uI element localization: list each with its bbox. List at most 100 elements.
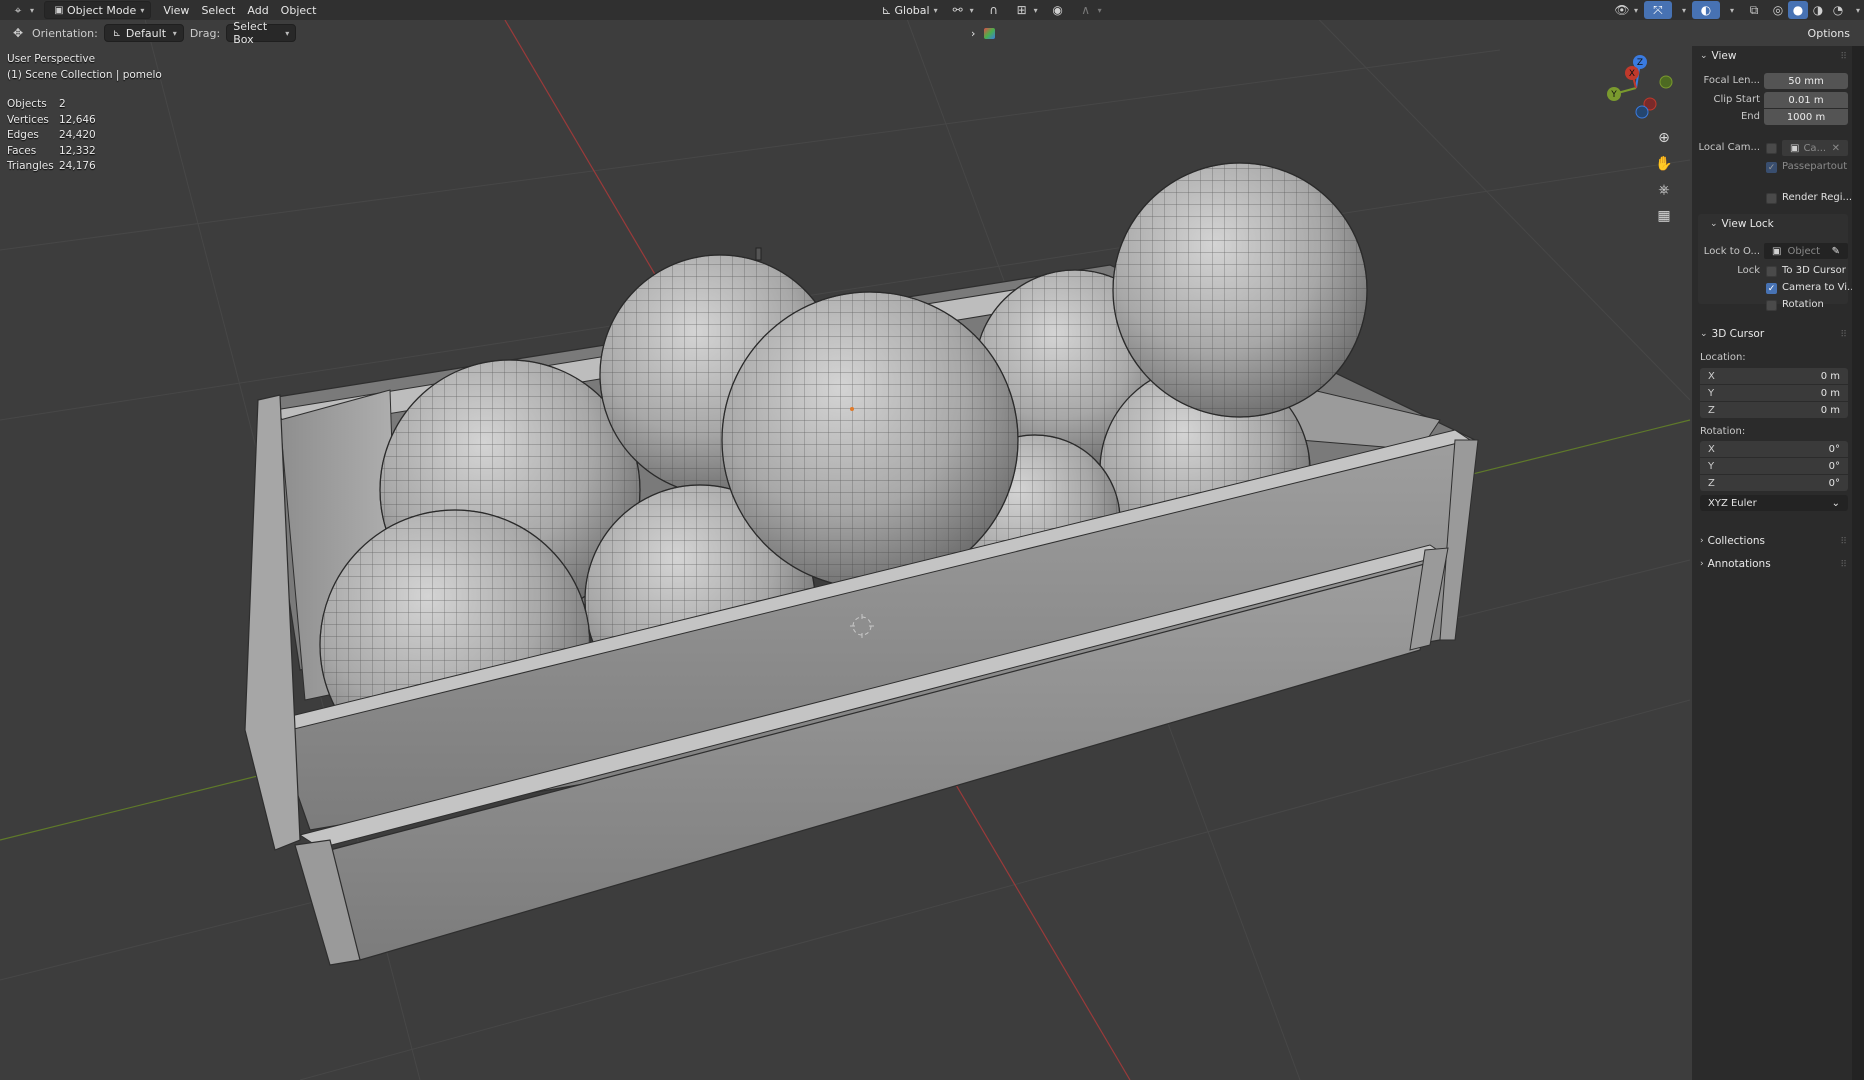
gizmo-toggle[interactable]: ⤧: [1643, 1, 1672, 19]
axis-label: X: [1708, 443, 1715, 455]
shading-solid[interactable]: ●: [1787, 1, 1808, 19]
xray-toggle[interactable]: ⧉: [1740, 1, 1768, 19]
panel-header-annotations[interactable]: › Annotations: [1700, 558, 1771, 570]
snap-toggle[interactable]: ∩: [980, 1, 1008, 19]
lock-rotation-checkbox[interactable]: [1766, 300, 1777, 311]
local-camera-checkbox[interactable]: [1766, 143, 1777, 154]
pan-button[interactable]: ✋: [1652, 152, 1676, 176]
panel-header-3d-cursor[interactable]: ⌄ 3D Cursor: [1700, 328, 1764, 340]
cursor-location-y[interactable]: Y0 m: [1700, 385, 1848, 401]
cursor-rotation-z[interactable]: Z 0°: [1700, 475, 1848, 491]
viewport-overlay-info: User Perspective (1) Scene Collection | …: [7, 51, 162, 175]
perspective-toggle-button[interactable]: ▦: [1652, 204, 1676, 228]
grid-perspective-icon: ▦: [1657, 208, 1671, 224]
navigation-gizmo[interactable]: Z X Y: [1600, 52, 1680, 124]
orientation-dropdown[interactable]: ⊾ Default ▾: [103, 24, 184, 42]
lock-label: Lock: [1737, 265, 1760, 276]
drag-grip-icon[interactable]: ⠿: [1840, 330, 1847, 340]
stat-label: Triangles: [7, 160, 54, 172]
visibility-dropdown[interactable]: 👁 ▾: [1608, 1, 1644, 19]
crate-object[interactable]: [244, 162, 1479, 966]
shading-wireframe[interactable]: ◎: [1768, 1, 1788, 19]
panel-header-view[interactable]: ⌄ View: [1700, 50, 1736, 62]
clip-start-field[interactable]: 0.01 m: [1764, 92, 1848, 108]
axis-value: 0°: [1828, 460, 1840, 472]
overlays-dropdown[interactable]: ▾: [1720, 1, 1740, 19]
scene-statistics: Objects 2 Vertices 12,646 Edges 24,420 Face…: [7, 97, 162, 175]
menu-object[interactable]: Object: [275, 1, 323, 19]
chevron-down-icon: ⌄: [1831, 497, 1840, 509]
lock-to-cursor-checkbox[interactable]: [1766, 266, 1777, 277]
lock-to-object-field[interactable]: ▣ Object ✎: [1764, 243, 1848, 259]
stat-value: 12,646: [59, 113, 96, 126]
3d-viewport[interactable]: [0, 0, 1864, 1080]
view-name: User Perspective: [7, 53, 96, 65]
xray-icon: ⧉: [1749, 2, 1759, 17]
shading-material[interactable]: ◑: [1808, 1, 1828, 19]
overlays-toggle[interactable]: ◐: [1691, 1, 1720, 19]
viewport-header: ⌖ ▾ ▣ Object Mode ▾ View Select Add Object…: [0, 0, 1864, 20]
cursor-rotation-y[interactable]: Y 0°: [1700, 458, 1848, 474]
lock-rotation-label: Rotation: [1782, 299, 1824, 310]
panel-header-collections[interactable]: › Collections: [1700, 535, 1765, 547]
camera-object-icon: ▣: [1790, 142, 1800, 154]
proportional-edit-toggle[interactable]: ◉: [1044, 1, 1072, 19]
clear-x-icon[interactable]: ✕: [1832, 143, 1840, 154]
sidebar-n-panel: ⌄ View ⠿ Focal Len... 50 mm Clip Start 0…: [1692, 46, 1857, 1080]
object-mode-icon: ▣: [54, 4, 64, 16]
editor-type-button[interactable]: ⌖ ▾: [4, 1, 40, 19]
camera-view-button[interactable]: ⎈: [1652, 178, 1676, 202]
material-shading-icon: ◑: [1812, 3, 1824, 17]
gizmo-y-label: Y: [1610, 90, 1617, 100]
stat-label: Edges: [7, 129, 39, 141]
axis-label: X: [1708, 370, 1715, 382]
passepartout-checkbox[interactable]: ✓: [1766, 162, 1777, 173]
zoom-button[interactable]: ⊕: [1652, 126, 1676, 150]
options-button[interactable]: Options: [1802, 24, 1856, 42]
shading-dropdown[interactable]: ▾: [1848, 1, 1864, 19]
focal-length-field[interactable]: 50 mm: [1764, 73, 1848, 89]
stat-label: Faces: [7, 144, 37, 157]
axis-label: Z: [1708, 404, 1715, 416]
menu-select[interactable]: Select: [195, 1, 241, 19]
rotation-mode-dropdown[interactable]: XYZ Euler ⌄: [1700, 495, 1848, 511]
drag-dropdown[interactable]: Select Box ▾: [226, 20, 297, 46]
chevron-right-icon: ›: [971, 26, 976, 40]
local-camera-value: Ca...: [1803, 142, 1827, 154]
menu-add[interactable]: Add: [241, 1, 274, 19]
drag-grip-icon[interactable]: ⠿: [1840, 52, 1847, 62]
stat-value: 24,420: [59, 129, 96, 141]
sidebar-tab-strip[interactable]: [1852, 46, 1864, 1080]
shading-rendered[interactable]: ◔: [1828, 1, 1848, 19]
chevron-down-icon: ⌄: [1700, 51, 1708, 61]
falloff-curve-icon: ∧: [1081, 3, 1091, 17]
camera-to-view-checkbox[interactable]: ✓: [1766, 283, 1777, 294]
cursor-location-x[interactable]: X 0 m: [1700, 368, 1848, 384]
orientation-icon: ⊾: [881, 3, 892, 17]
stat-value: 24,176: [59, 160, 96, 172]
active-collection: (1) Scene Collection | pomelo: [7, 69, 162, 81]
pivot-point-dropdown[interactable]: ⚯ ▾: [944, 1, 980, 19]
clip-end-field[interactable]: 1000 m: [1764, 109, 1848, 125]
chevron-right-icon: ›: [1700, 536, 1704, 546]
gizmo-color-button[interactable]: [981, 24, 997, 42]
snap-target-dropdown[interactable]: ⊞ ▾: [1008, 1, 1044, 19]
drag-grip-icon[interactable]: ⠿: [1840, 537, 1847, 547]
collapse-toolbar-button[interactable]: ›: [965, 24, 981, 42]
render-region-checkbox[interactable]: [1766, 193, 1777, 204]
mode-selector[interactable]: ▣ Object Mode ▾: [44, 1, 152, 19]
camera-to-view-label: Camera to Vi...: [1782, 282, 1857, 293]
gizmo-x-label: X: [1629, 69, 1635, 79]
axis-value: 0 m: [1820, 404, 1840, 416]
local-camera-field[interactable]: ▣ Ca... ✕: [1782, 140, 1848, 156]
eyedropper-icon[interactable]: ✎: [1832, 246, 1840, 257]
panel-header-view-lock[interactable]: ⌄ View Lock: [1710, 218, 1774, 230]
drag-grip-icon[interactable]: ⠿: [1840, 560, 1847, 570]
cursor-rotation-x[interactable]: X 0°: [1700, 441, 1848, 457]
menu-view[interactable]: View: [157, 1, 195, 19]
stat-label: Vertices: [7, 113, 49, 126]
gizmo-dropdown[interactable]: ▾: [1672, 1, 1692, 19]
transform-orientation-dropdown[interactable]: ⊾ Global ▾: [873, 1, 944, 19]
falloff-dropdown[interactable]: ∧ ▾: [1072, 1, 1108, 19]
cursor-location-z[interactable]: Z 0 m: [1700, 402, 1848, 418]
